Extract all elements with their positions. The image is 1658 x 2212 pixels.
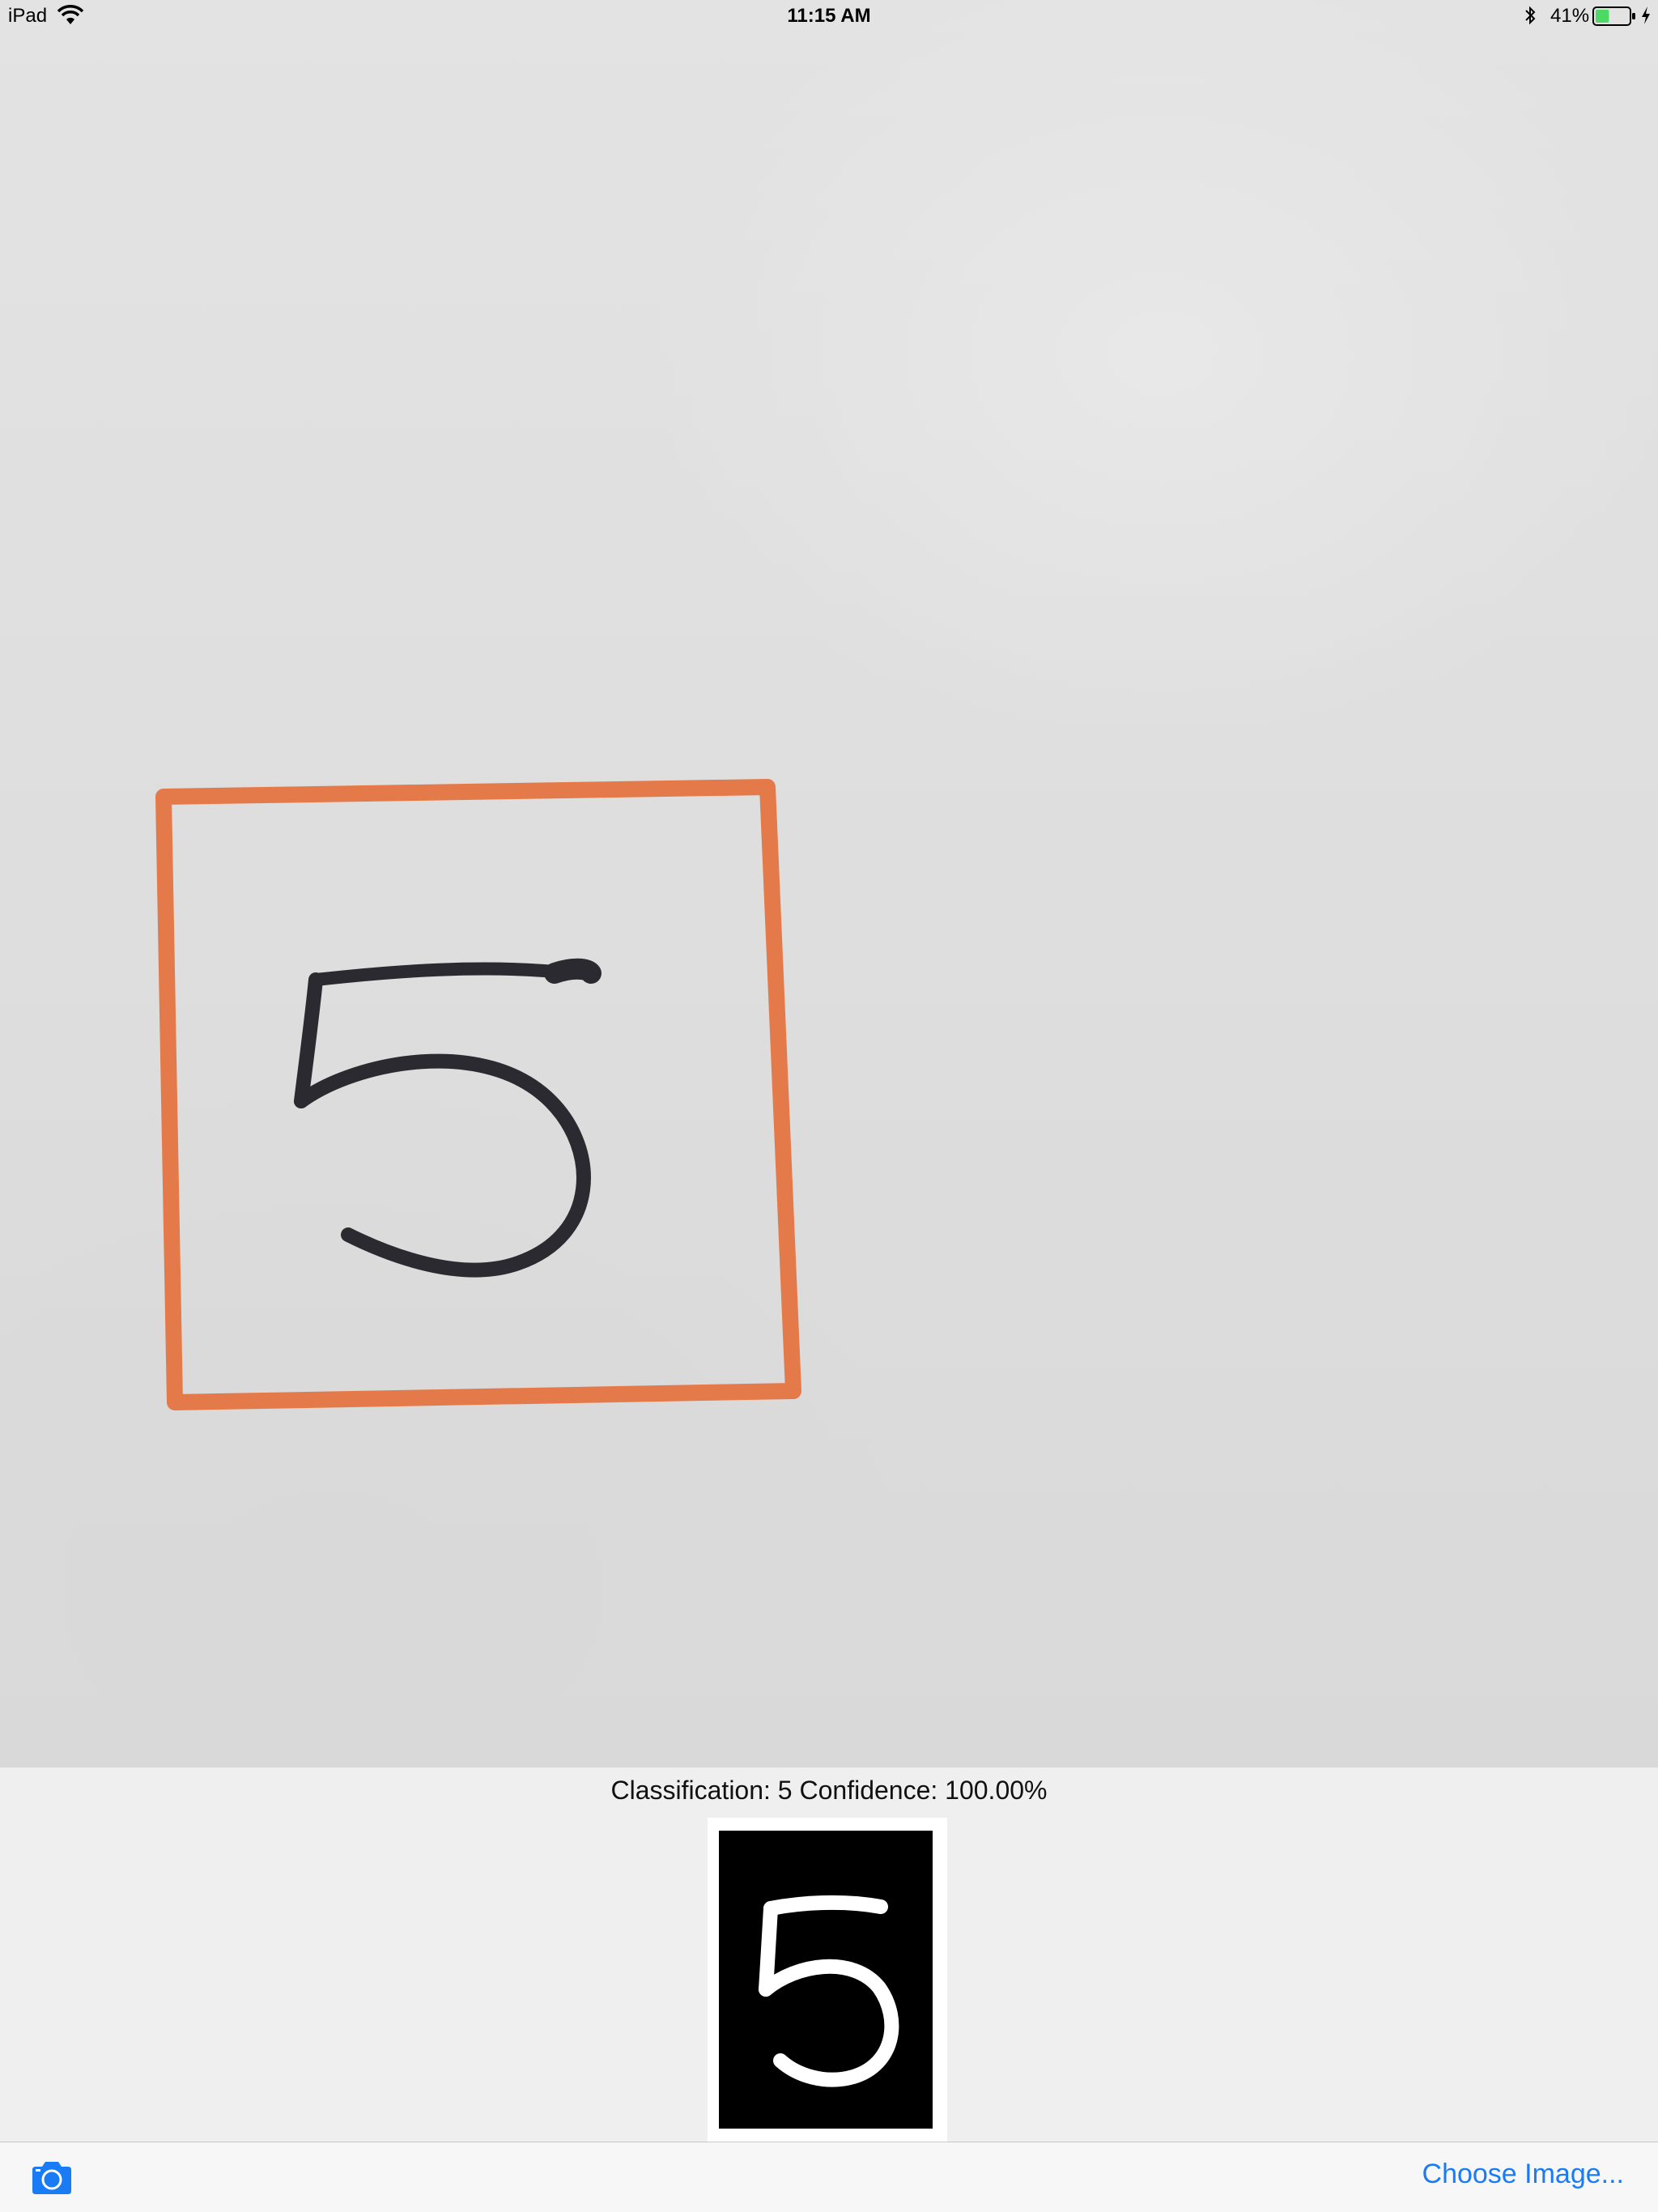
processed-digit-image [708,1818,947,2142]
classification-label: Classification: 5 Confidence: 100.00% [610,1776,1048,1805]
bottom-toolbar: Choose Image... [0,2142,1658,2212]
battery-icon [1592,6,1635,26]
charging-bolt-icon [1642,6,1650,24]
status-time: 11:15 AM [787,5,871,27]
handwritten-digit [294,958,602,1278]
camera-icon[interactable] [29,2160,74,2196]
bluetooth-icon [1525,6,1536,25]
handwritten-digit-photo [155,779,801,1410]
choose-image-button[interactable]: Choose Image... [1422,2159,1624,2190]
orange-marker-box [155,779,801,1410]
status-bar: iPad 11:15 AM 41% [0,0,1658,32]
result-panel: Classification: 5 Confidence: 100.00% [0,1767,1658,2142]
battery-percent: 41% [1550,5,1590,27]
camera-photo: iPad 11:15 AM 41% [0,0,1658,1767]
